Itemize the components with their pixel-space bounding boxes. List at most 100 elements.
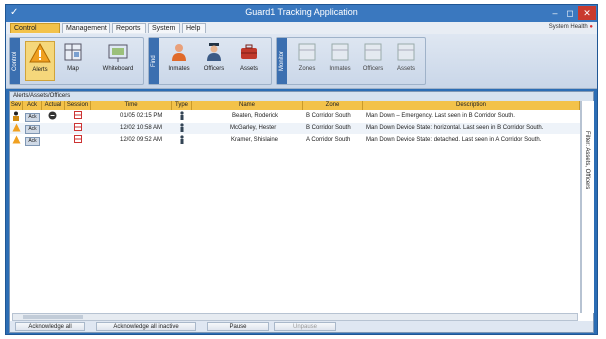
monitor-assets-button[interactable]: Assets [391, 41, 421, 81]
group-label-find: Find [149, 38, 159, 84]
ribbon-group-find: Find Inmates Officers Assets [148, 37, 272, 85]
assets-list-icon [397, 43, 415, 61]
close-button[interactable]: ✕ [578, 6, 596, 20]
actual-status-icon [48, 111, 60, 122]
alerts-label: Alerts [32, 67, 48, 73]
ack-button[interactable]: Ack [25, 111, 40, 122]
officers-list-icon [364, 43, 382, 61]
find-officers-button[interactable]: Officers [199, 41, 229, 81]
person-type-icon [179, 111, 189, 122]
monitor-officers-label: Officers [362, 66, 384, 72]
tab-help[interactable]: Help [182, 23, 206, 33]
main-content: Alerts/Assets/Officers Sev Ack Actual Se… [9, 91, 594, 333]
column-header-name[interactable]: Name [192, 101, 303, 110]
officer-severity-icon [12, 111, 22, 122]
maximize-button[interactable]: ◻ [563, 6, 577, 20]
warning-severity-icon [12, 123, 22, 134]
column-header-sev[interactable]: Sev [10, 101, 23, 110]
person-type-icon [179, 135, 189, 146]
time-cell: 12/02 09:52 AM [120, 137, 163, 143]
description-cell: Man Down Device State: detached. Last se… [366, 137, 542, 143]
warning-icon [29, 42, 51, 63]
ack-label: Ack [25, 125, 40, 134]
unpause-button[interactable]: Unpause [274, 322, 336, 331]
zone-cell: A Corridor South [306, 137, 351, 143]
minimize-button[interactable]: – [548, 6, 562, 20]
zone-cell: B Corridor South [306, 113, 351, 119]
filter-label: Filter: Assets, Officers [584, 131, 590, 190]
find-inmates-label: Inmates [168, 66, 190, 72]
ribbon-group-control: Control Alerts Map Whiteboard [9, 37, 144, 85]
monitor-zones-button[interactable]: Zones [292, 41, 322, 81]
group-label-monitor: Monitor [277, 38, 287, 84]
column-header-session[interactable]: Session [65, 101, 91, 110]
description-cell: Man Down Device State: horizontal. Last … [366, 125, 544, 131]
monitor-assets-label: Assets [396, 66, 415, 72]
table-row[interactable]: Ack 12/02 10:58 AM McGarley, Hester B Co… [10, 123, 580, 134]
map-button[interactable]: Map [58, 41, 88, 81]
session-icon [74, 135, 84, 146]
panel-title: Alerts/Assets/Officers [10, 92, 593, 101]
acknowledge-all-button[interactable]: Acknowledge all [15, 322, 85, 331]
inmates-list-icon [331, 43, 349, 61]
name-cell: McGarley, Hester [230, 125, 277, 131]
ack-button[interactable]: Ack [25, 123, 40, 134]
inmate-icon [172, 44, 186, 61]
filter-sidebar[interactable]: Filter: Assets, Officers [581, 101, 594, 313]
acknowledge-all-inactive-button[interactable]: Acknowledge all inactive [96, 322, 196, 331]
tab-system[interactable]: System [148, 23, 180, 33]
whiteboard-button[interactable]: Whiteboard [98, 41, 138, 81]
tab-reports[interactable]: Reports [112, 23, 146, 33]
monitor-inmates-label: Inmates [329, 66, 351, 72]
alerts-grid: Sev Ack Actual Session Time Type Name Zo… [10, 101, 581, 313]
footer-toolbar: Acknowledge all Acknowledge all inactive… [10, 321, 593, 332]
column-header-ack[interactable]: Ack [23, 101, 42, 110]
ack-label: Ack [25, 137, 40, 146]
pause-button[interactable]: Pause [207, 322, 269, 331]
monitor-inmates-button[interactable]: Inmates [325, 41, 355, 81]
map-label: Map [67, 66, 79, 72]
find-officers-label: Officers [203, 66, 225, 72]
person-type-icon [179, 123, 189, 134]
alerts-button[interactable]: Alerts [25, 41, 55, 81]
ack-label: Ack [25, 113, 40, 122]
time-cell: 12/02 10:58 AM [120, 125, 163, 131]
briefcase-icon [241, 44, 257, 59]
column-header-zone[interactable]: Zone [303, 101, 363, 110]
name-cell: Beaten, Roderick [232, 113, 279, 119]
table-row[interactable]: Ack 12/02 09:52 AM Kramer, Shislaine A C… [10, 135, 580, 146]
column-header-time[interactable]: Time [91, 101, 172, 110]
scrollbar-thumb[interactable] [23, 315, 83, 319]
tab-control-room[interactable]: Control Room [10, 23, 60, 42]
monitor-officers-button[interactable]: Officers [358, 41, 388, 81]
tab-management[interactable]: Management [62, 23, 110, 33]
system-health-status[interactable]: System Health ● [549, 24, 593, 30]
column-header-actual[interactable]: Actual [42, 101, 65, 110]
find-assets-label: Assets [239, 66, 258, 72]
ribbon: Control Alerts Map Whiteboard Find Inmat… [6, 34, 597, 89]
column-header-description[interactable]: Description [363, 101, 580, 110]
ribbon-group-monitor: Monitor Zones Inmates Officers Assets [276, 37, 426, 85]
map-icon [64, 43, 82, 61]
time-cell: 01/05 02:15 PM [120, 113, 163, 119]
find-assets-button[interactable]: Assets [234, 41, 264, 81]
horizontal-scrollbar[interactable] [12, 313, 578, 321]
session-icon [74, 111, 84, 122]
officer-icon [207, 43, 221, 61]
ack-button[interactable]: Ack [25, 135, 40, 146]
find-inmates-button[interactable]: Inmates [164, 41, 194, 81]
whiteboard-label: Whiteboard [102, 66, 134, 72]
column-header-type[interactable]: Type [172, 101, 192, 110]
menu-bar: Control Room Management Reports System H… [6, 22, 597, 42]
status-dot-icon: ● [589, 24, 593, 30]
warning-severity-icon [12, 135, 22, 146]
zones-icon [298, 43, 316, 61]
window-title: Guard1 Tracking Application [245, 7, 358, 17]
monitor-zones-label: Zones [298, 66, 316, 72]
table-row[interactable]: Ack 01/05 02:15 PM Beaten, Roderick B Co… [10, 111, 580, 122]
zone-cell: B Corridor South [306, 125, 351, 131]
title-bar: ✓ Guard1 Tracking Application – ◻ ✕ [6, 5, 597, 22]
app-window: ✓ Guard1 Tracking Application – ◻ ✕ Cont… [5, 4, 598, 335]
whiteboard-icon [108, 44, 128, 62]
name-cell: Kramer, Shislaine [231, 137, 279, 143]
